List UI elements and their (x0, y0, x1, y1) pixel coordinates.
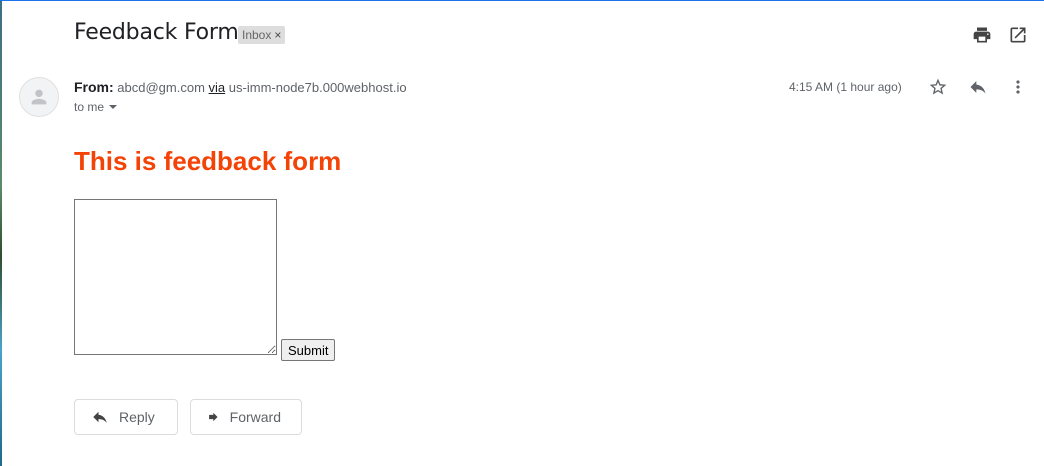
print-button[interactable] (970, 23, 994, 47)
reply-icon (970, 81, 986, 94)
more-vert-icon (1016, 80, 1020, 94)
forward-button[interactable]: Forward (190, 399, 302, 435)
window-left-edge (0, 0, 2, 466)
to-me-label: to me (74, 100, 105, 114)
submit-button[interactable]: Submit (281, 339, 336, 361)
reply-icon (93, 411, 107, 423)
from-line: From: abcd@gm.com via us-imm-node7b.000w… (74, 79, 407, 95)
reply-button[interactable]: Reply (74, 399, 178, 435)
sender-avatar[interactable] (19, 77, 59, 117)
forward-icon (209, 412, 218, 422)
sender-address[interactable]: abcd@gm.com (117, 80, 205, 95)
feedback-textarea[interactable] (74, 199, 277, 355)
dropdown-arrow-icon (109, 105, 118, 109)
via-host: us-imm-node7b.000webhost.io (228, 80, 407, 95)
open-in-new-window-icon (1010, 27, 1026, 43)
inbox-label-text: Inbox (242, 28, 272, 42)
remove-label-icon[interactable]: × (274, 28, 281, 42)
open-in-new-window-button[interactable] (1006, 23, 1030, 47)
recipient-details-toggle[interactable]: to me (74, 100, 118, 114)
star-icon (929, 78, 947, 95)
from-label: From: (74, 79, 114, 95)
inbox-label-chip[interactable]: Inbox × (238, 26, 286, 44)
feedback-heading: This is feedback form (74, 146, 342, 176)
avatar-person-icon (31, 89, 47, 105)
print-icon (973, 27, 991, 43)
reply-label: Reply (119, 409, 155, 425)
window-top-edge (0, 0, 1044, 1)
more-options-button[interactable] (1006, 75, 1030, 99)
email-subject: Feedback Form (74, 20, 239, 45)
email-timestamp: 4:15 AM (1 hour ago) (789, 80, 902, 94)
reply-header-button[interactable] (966, 75, 990, 99)
forward-label: Forward (229, 409, 281, 425)
via-link[interactable]: via (209, 80, 226, 95)
star-button[interactable] (926, 75, 950, 99)
